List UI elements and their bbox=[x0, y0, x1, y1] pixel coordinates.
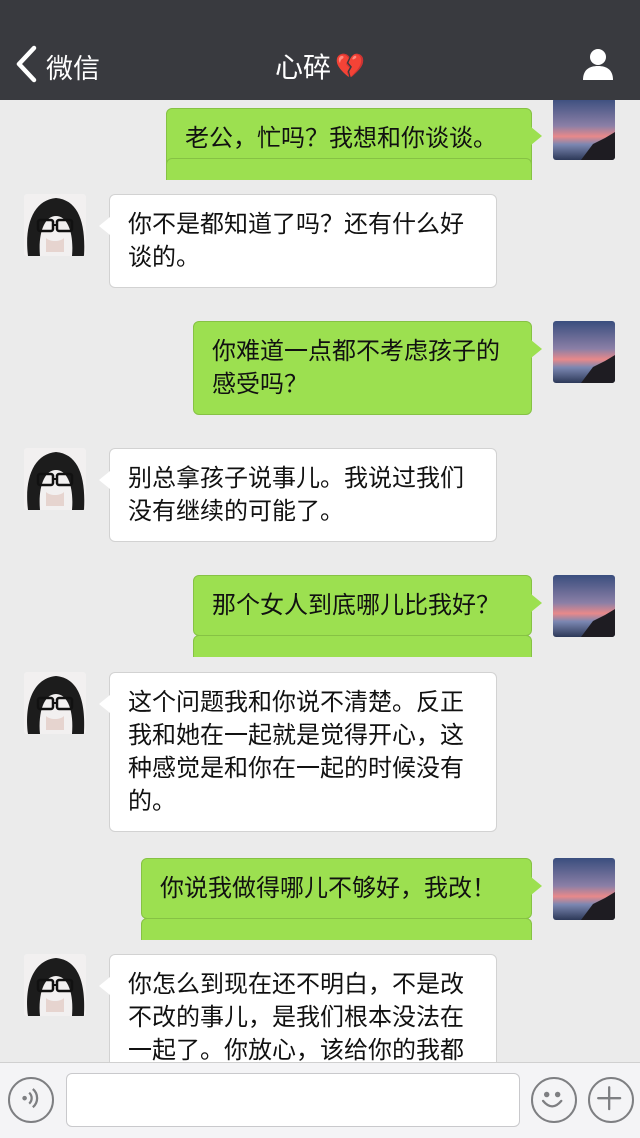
message-bubble-received[interactable]: 别总拿孩子说事儿。我说过我们没有继续的可能了。 bbox=[99, 448, 497, 542]
message-text: 你难道一点都不考虑孩子的感受吗？ bbox=[212, 337, 500, 398]
message-text: 老公，忙吗？我想和你谈谈。 bbox=[185, 124, 497, 152]
contact-avatar[interactable] bbox=[24, 448, 86, 510]
chat-title: 心碎 💔 bbox=[0, 44, 640, 88]
message-bubble-received[interactable]: 你怎么到现在还不明白，不是改不改的事儿，是我们根本没法在一起了。你放心，该给你的… bbox=[99, 954, 497, 1062]
broken-heart-icon: 💔 bbox=[335, 52, 365, 80]
emoji-icon bbox=[541, 1091, 563, 1108]
message-text: 这个问题我和你说不清楚。反正我和她在一起就是觉得开心，这种感觉是和你在一起的时候… bbox=[128, 688, 464, 815]
emoji-button[interactable] bbox=[531, 1077, 577, 1123]
contact-avatar[interactable] bbox=[24, 954, 86, 1016]
message-input[interactable] bbox=[66, 1073, 520, 1127]
my-avatar[interactable] bbox=[553, 100, 615, 160]
message-text: 别总拿孩子说事儿。我说过我们没有继续的可能了。 bbox=[128, 464, 464, 525]
message-bubble-sent-partial bbox=[141, 918, 532, 940]
title-bar: 微信 心碎 💔 bbox=[0, 0, 640, 100]
message-bubble-received[interactable]: 你不是都知道了吗？还有什么好谈的。 bbox=[99, 194, 497, 288]
message-bubble-sent[interactable]: 你难道一点都不考虑孩子的感受吗？ bbox=[193, 321, 542, 415]
chat-info-button[interactable] bbox=[580, 46, 616, 82]
message-text: 你不是都知道了吗？还有什么好谈的。 bbox=[128, 210, 464, 271]
message-bubble-sent-partial bbox=[193, 635, 532, 657]
message-bubble-received[interactable]: 这个问题我和你说不清楚。反正我和她在一起就是觉得开心，这种感觉是和你在一起的时候… bbox=[99, 672, 497, 832]
chat-area[interactable]: 老公，忙吗？我想和你谈谈。 你不是都知道了吗？还有什么好谈的。 你难道一点都不考… bbox=[0, 100, 640, 1062]
person-icon bbox=[583, 49, 613, 80]
input-bar bbox=[0, 1062, 640, 1138]
message-bubble-sent[interactable]: 你说我做得哪儿不够好，我改！ bbox=[141, 858, 542, 919]
message-text: 你怎么到现在还不明白，不是改不改的事儿，是我们根本没法在一起了。你放心，该给你的… bbox=[128, 970, 464, 1062]
message-text: 那个女人到底哪儿比我好？ bbox=[212, 591, 500, 619]
my-avatar[interactable] bbox=[553, 321, 615, 383]
my-avatar[interactable] bbox=[553, 575, 615, 637]
voice-icon bbox=[22, 1088, 39, 1109]
my-avatar[interactable] bbox=[553, 858, 615, 920]
message-bubble-sent[interactable]: 那个女人到底哪儿比我好？ bbox=[193, 575, 542, 636]
voice-button[interactable] bbox=[8, 1077, 54, 1123]
message-bubble-sent-partial bbox=[166, 158, 532, 180]
message-text: 你说我做得哪儿不够好，我改！ bbox=[160, 874, 496, 902]
contact-avatar[interactable] bbox=[24, 194, 86, 256]
contact-avatar[interactable] bbox=[24, 672, 86, 734]
more-button[interactable] bbox=[588, 1077, 634, 1123]
plus-icon bbox=[597, 1086, 622, 1111]
chat-title-text: 心碎 bbox=[275, 51, 332, 84]
